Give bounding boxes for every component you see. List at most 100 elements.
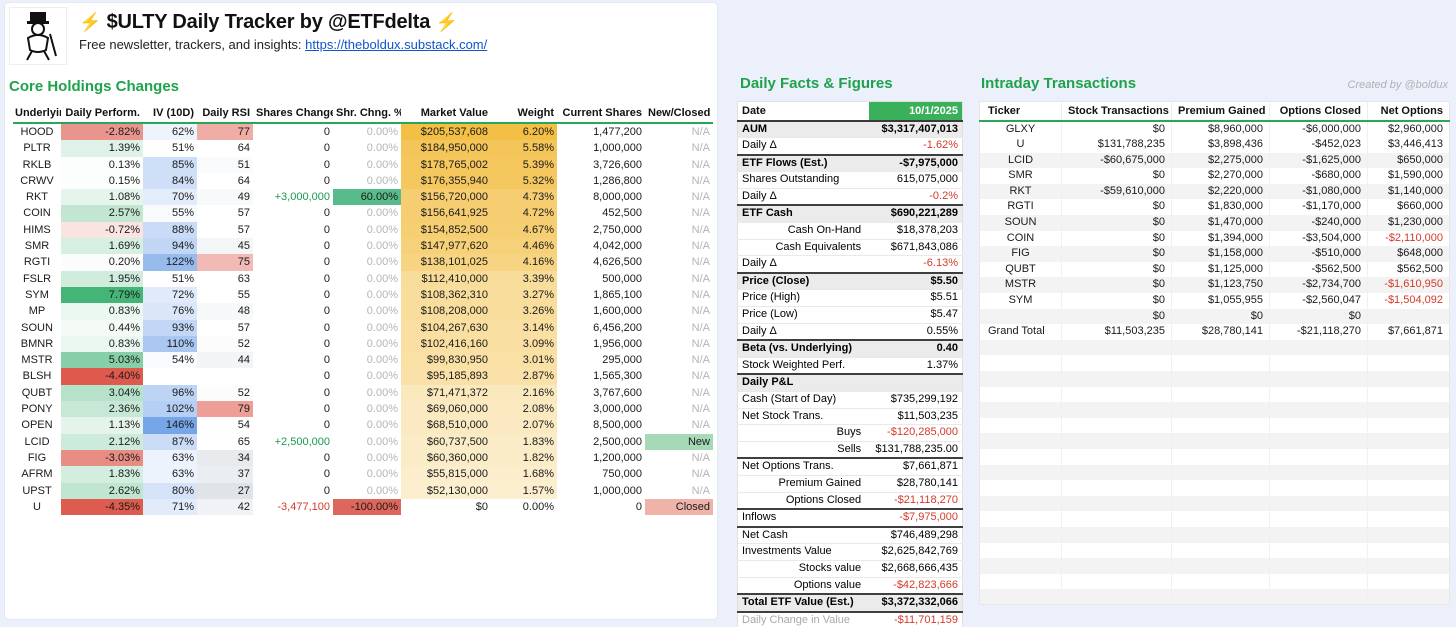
cell-options-closed bbox=[1270, 402, 1368, 418]
cell-ticker bbox=[980, 527, 1062, 543]
cell-weight: 1.57% bbox=[491, 483, 557, 499]
empty-row bbox=[980, 371, 1450, 387]
cell-market-value: $60,360,000 bbox=[401, 450, 491, 466]
cell-net-options bbox=[1368, 449, 1450, 465]
cell-shares-change: 0 bbox=[253, 320, 333, 336]
cell-current-shares: 1,200,000 bbox=[557, 450, 645, 466]
intraday-header-row: TickerStock TransactionsPremium GainedOp… bbox=[980, 102, 1450, 121]
column-header: Current Shares bbox=[557, 104, 645, 123]
cell-daily-rsi: 75 bbox=[197, 254, 253, 270]
cell-shares-change: 0 bbox=[253, 450, 333, 466]
table-row: RKT-$59,610,000$2,220,000-$1,080,000$1,1… bbox=[980, 184, 1450, 200]
cell-daily-performance: 1.39% bbox=[61, 140, 143, 156]
cell-ticker bbox=[980, 589, 1062, 605]
fact-label: Net Stock Trans. bbox=[738, 408, 870, 425]
cell-iv-10d: 94% bbox=[143, 238, 197, 254]
cell-iv-10d bbox=[143, 368, 197, 384]
cell-shares-change: -3,477,100 bbox=[253, 499, 333, 515]
cell-options-closed: -$562,500 bbox=[1270, 262, 1368, 278]
cell-daily-performance: 2.57% bbox=[61, 205, 143, 221]
cell-ticker: SOUN bbox=[13, 320, 61, 336]
cell-stock-transactions bbox=[1062, 371, 1172, 387]
cell-shares-change: 0 bbox=[253, 157, 333, 173]
cell-shares-change: 0 bbox=[253, 222, 333, 238]
cell-options-closed: -$680,000 bbox=[1270, 168, 1368, 184]
cell-ticker bbox=[980, 496, 1062, 512]
cell-iv-10d: 70% bbox=[143, 189, 197, 205]
table-row: Net Cash$746,489,298 bbox=[738, 527, 963, 544]
cell-stock-transactions bbox=[1062, 355, 1172, 371]
newsletter-link[interactable]: https://theboldux.substack.com/ bbox=[305, 37, 487, 52]
cell-options-closed bbox=[1270, 496, 1368, 512]
cell-shares-change-pct: 0.00% bbox=[333, 157, 401, 173]
cell-daily-rsi: 77 bbox=[197, 123, 253, 140]
table-row: AFRM1.83%63%3700.00%$55,815,0001.68%750,… bbox=[13, 466, 713, 482]
table-row: BLSH-4.40%00.00%$95,185,8932.87%1,565,30… bbox=[13, 368, 713, 384]
table-row: Daily Δ0.55% bbox=[738, 323, 963, 340]
cell-shares-change-pct: 0.00% bbox=[333, 287, 401, 303]
fact-value: -6.13% bbox=[869, 256, 962, 273]
created-by-credit: Created by @boldux bbox=[1348, 79, 1448, 91]
cell-ticker: UPST bbox=[13, 483, 61, 499]
cell-ticker bbox=[980, 355, 1062, 371]
table-row: Total ETF Value (Est.)$3,372,332,066 bbox=[738, 594, 963, 612]
cell-iv-10d: 88% bbox=[143, 222, 197, 238]
cell-weight: 1.68% bbox=[491, 466, 557, 482]
table-row: Cash (Start of Day)$735,299,192 bbox=[738, 392, 963, 409]
empty-row bbox=[980, 543, 1450, 559]
table-row: Buys-$120,285,000 bbox=[738, 425, 963, 442]
cell-market-value: $102,416,160 bbox=[401, 336, 491, 352]
cell-shares-change-pct: 0.00% bbox=[333, 238, 401, 254]
cell-stock-transactions bbox=[1062, 527, 1172, 543]
table-row: Beta (vs. Underlying)0.40 bbox=[738, 340, 963, 357]
cell-new-closed-status: N/A bbox=[645, 222, 713, 238]
table-row: RGTI$0$1,830,000-$1,170,000$660,000 bbox=[980, 199, 1450, 215]
table-row: FSLR1.95%51%6300.00%$112,410,0003.39%500… bbox=[13, 271, 713, 287]
cell-new-closed-status: New bbox=[645, 434, 713, 450]
cell-market-value: $178,765,002 bbox=[401, 157, 491, 173]
cell-new-closed-status: N/A bbox=[645, 271, 713, 287]
cell-ticker bbox=[980, 574, 1062, 590]
cell-iv-10d: 110% bbox=[143, 336, 197, 352]
cell-daily-performance: -4.40% bbox=[61, 368, 143, 384]
cell-ticker bbox=[980, 449, 1062, 465]
cell-ticker: PLTR bbox=[13, 140, 61, 156]
cell-current-shares: 295,000 bbox=[557, 352, 645, 368]
cell-net-options bbox=[1368, 340, 1450, 356]
cell-shares-change: 0 bbox=[253, 140, 333, 156]
cell-current-shares: 3,000,000 bbox=[557, 401, 645, 417]
table-row: SOUN0.44%93%5700.00%$104,267,6303.14%6,4… bbox=[13, 320, 713, 336]
cell-iv-10d: 146% bbox=[143, 417, 197, 433]
cell-market-value: $99,830,950 bbox=[401, 352, 491, 368]
table-row: Daily Δ-1.62% bbox=[738, 138, 963, 155]
cell-new-closed-status: N/A bbox=[645, 483, 713, 499]
empty-row bbox=[980, 402, 1450, 418]
cell-current-shares: 452,500 bbox=[557, 205, 645, 221]
cell-daily-performance: 2.62% bbox=[61, 483, 143, 499]
cell-daily-performance: 0.83% bbox=[61, 303, 143, 319]
cell-net-options bbox=[1368, 558, 1450, 574]
cell-stock-transactions: $0 bbox=[1062, 231, 1172, 247]
cell-weight: 3.39% bbox=[491, 271, 557, 287]
cell-iv-10d: 85% bbox=[143, 157, 197, 173]
cell-daily-performance: 0.20% bbox=[61, 254, 143, 270]
cell-current-shares: 1,956,000 bbox=[557, 336, 645, 352]
column-header: Market Value bbox=[401, 104, 491, 123]
cell-premium-gained bbox=[1172, 465, 1270, 481]
cell-stock-transactions: $0 bbox=[1062, 262, 1172, 278]
cell-ticker: HOOD bbox=[13, 123, 61, 140]
cell-shares-change: 0 bbox=[253, 205, 333, 221]
cell-premium-gained: $1,470,000 bbox=[1172, 215, 1270, 231]
cell-options-closed: -$6,000,000 bbox=[1270, 121, 1368, 138]
cell-daily-performance: 0.15% bbox=[61, 173, 143, 189]
column-header: Daily RSI bbox=[197, 104, 253, 123]
cell-stock-transactions bbox=[1062, 574, 1172, 590]
table-row: BMNR0.83%110%5200.00%$102,416,1603.09%1,… bbox=[13, 336, 713, 352]
table-row: FIG$0$1,158,000-$510,000$648,000 bbox=[980, 246, 1450, 262]
cell-shares-change: 0 bbox=[253, 173, 333, 189]
fact-value: -$120,285,000 bbox=[869, 425, 962, 442]
cell-market-value: $55,815,000 bbox=[401, 466, 491, 482]
table-row: FIG-3.03%63%3400.00%$60,360,0001.82%1,20… bbox=[13, 450, 713, 466]
cell-new-closed-status: N/A bbox=[645, 287, 713, 303]
cell-premium-gained: $8,960,000 bbox=[1172, 121, 1270, 138]
